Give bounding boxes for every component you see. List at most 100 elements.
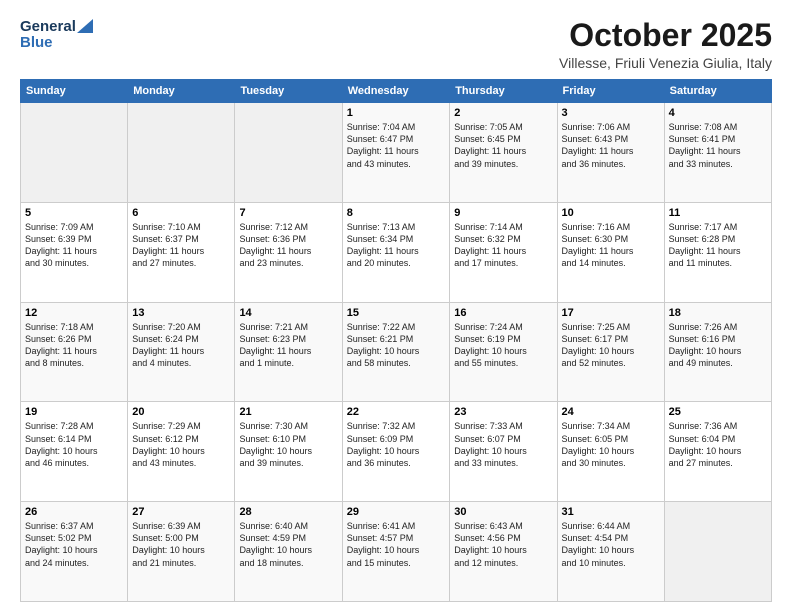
- day-number: 3: [562, 107, 660, 119]
- day-info: Sunrise: 7:17 AM Sunset: 6:28 PM Dayligh…: [669, 221, 767, 270]
- calendar-cell: 22 Sunrise: 7:32 AM Sunset: 6:09 PM Dayli…: [342, 402, 450, 502]
- day-info: Sunrise: 7:04 AM Sunset: 6:47 PM Dayligh…: [347, 121, 446, 170]
- day-info: Sunrise: 7:32 AM Sunset: 6:09 PM Dayligh…: [347, 420, 446, 469]
- calendar: SundayMondayTuesdayWednesdayThursdayFrid…: [20, 79, 772, 602]
- day-info: Sunrise: 7:12 AM Sunset: 6:36 PM Dayligh…: [239, 221, 337, 270]
- day-number: 16: [454, 307, 552, 319]
- day-info: Sunrise: 7:10 AM Sunset: 6:37 PM Dayligh…: [132, 221, 230, 270]
- day-info: Sunrise: 6:43 AM Sunset: 4:56 PM Dayligh…: [454, 520, 552, 569]
- calendar-day-header: Sunday: [21, 80, 128, 103]
- day-info: Sunrise: 7:09 AM Sunset: 6:39 PM Dayligh…: [25, 221, 123, 270]
- calendar-cell: 26 Sunrise: 6:37 AM Sunset: 5:02 PM Dayli…: [21, 502, 128, 602]
- day-info: Sunrise: 7:26 AM Sunset: 6:16 PM Dayligh…: [669, 321, 767, 370]
- header: General Blue October 2025 Villesse, Friu…: [20, 18, 772, 71]
- day-number: 4: [669, 107, 767, 119]
- day-number: 26: [25, 506, 123, 518]
- calendar-cell: 19 Sunrise: 7:28 AM Sunset: 6:14 PM Dayli…: [21, 402, 128, 502]
- calendar-cell: 23 Sunrise: 7:33 AM Sunset: 6:07 PM Dayli…: [450, 402, 557, 502]
- calendar-cell: 12 Sunrise: 7:18 AM Sunset: 6:26 PM Dayli…: [21, 302, 128, 402]
- calendar-cell: [235, 103, 342, 203]
- day-number: 22: [347, 406, 446, 418]
- calendar-cell: [21, 103, 128, 203]
- calendar-cell: [664, 502, 771, 602]
- calendar-cell: 20 Sunrise: 7:29 AM Sunset: 6:12 PM Dayli…: [128, 402, 235, 502]
- day-number: 25: [669, 406, 767, 418]
- calendar-cell: 6 Sunrise: 7:10 AM Sunset: 6:37 PM Daylig…: [128, 202, 235, 302]
- day-number: 2: [454, 107, 552, 119]
- calendar-cell: 11 Sunrise: 7:17 AM Sunset: 6:28 PM Dayli…: [664, 202, 771, 302]
- day-info: Sunrise: 6:40 AM Sunset: 4:59 PM Dayligh…: [239, 520, 337, 569]
- calendar-cell: 18 Sunrise: 7:26 AM Sunset: 6:16 PM Dayli…: [664, 302, 771, 402]
- calendar-cell: 15Sunrise: 7:22 AM Sunset: 6:21 PM Dayli…: [342, 302, 450, 402]
- calendar-cell: 30Sunrise: 6:43 AM Sunset: 4:56 PM Dayli…: [450, 502, 557, 602]
- calendar-day-header: Saturday: [664, 80, 771, 103]
- calendar-cell: 29 Sunrise: 6:41 AM Sunset: 4:57 PM Dayli…: [342, 502, 450, 602]
- calendar-cell: 27Sunrise: 6:39 AM Sunset: 5:00 PM Dayli…: [128, 502, 235, 602]
- day-info: Sunrise: 7:28 AM Sunset: 6:14 PM Dayligh…: [25, 420, 123, 469]
- day-number: 1: [347, 107, 446, 119]
- calendar-cell: 28Sunrise: 6:40 AM Sunset: 4:59 PM Dayli…: [235, 502, 342, 602]
- calendar-cell: 5 Sunrise: 7:09 AM Sunset: 6:39 PM Daylig…: [21, 202, 128, 302]
- calendar-header-row: SundayMondayTuesdayWednesdayThursdayFrid…: [21, 80, 772, 103]
- day-number: 21: [239, 406, 337, 418]
- day-number: 18: [669, 307, 767, 319]
- calendar-week-row: 12 Sunrise: 7:18 AM Sunset: 6:26 PM Dayli…: [21, 302, 772, 402]
- day-number: 31: [562, 506, 660, 518]
- day-info: Sunrise: 7:05 AM Sunset: 6:45 PM Dayligh…: [454, 121, 552, 170]
- day-info: Sunrise: 6:44 AM Sunset: 4:54 PM Dayligh…: [562, 520, 660, 569]
- day-info: Sunrise: 7:16 AM Sunset: 6:30 PM Dayligh…: [562, 221, 660, 270]
- calendar-day-header: Tuesday: [235, 80, 342, 103]
- day-number: 29: [347, 506, 446, 518]
- day-number: 6: [132, 207, 230, 219]
- calendar-cell: 3 Sunrise: 7:06 AM Sunset: 6:43 PM Daylig…: [557, 103, 664, 203]
- day-info: Sunrise: 6:37 AM Sunset: 5:02 PM Dayligh…: [25, 520, 123, 569]
- day-number: 12: [25, 307, 123, 319]
- day-info: Sunrise: 7:36 AM Sunset: 6:04 PM Dayligh…: [669, 420, 767, 469]
- day-info: Sunrise: 6:41 AM Sunset: 4:57 PM Dayligh…: [347, 520, 446, 569]
- calendar-cell: 7 Sunrise: 7:12 AM Sunset: 6:36 PM Daylig…: [235, 202, 342, 302]
- day-info: Sunrise: 7:25 AM Sunset: 6:17 PM Dayligh…: [562, 321, 660, 370]
- calendar-cell: 10 Sunrise: 7:16 AM Sunset: 6:30 PM Dayli…: [557, 202, 664, 302]
- day-number: 13: [132, 307, 230, 319]
- day-number: 24: [562, 406, 660, 418]
- day-info: Sunrise: 7:21 AM Sunset: 6:23 PM Dayligh…: [239, 321, 337, 370]
- day-info: Sunrise: 7:33 AM Sunset: 6:07 PM Dayligh…: [454, 420, 552, 469]
- calendar-week-row: 19 Sunrise: 7:28 AM Sunset: 6:14 PM Dayli…: [21, 402, 772, 502]
- calendar-cell: 2 Sunrise: 7:05 AM Sunset: 6:45 PM Daylig…: [450, 103, 557, 203]
- calendar-week-row: 5 Sunrise: 7:09 AM Sunset: 6:39 PM Daylig…: [21, 202, 772, 302]
- day-number: 8: [347, 207, 446, 219]
- logo-triangle-icon: [77, 19, 93, 33]
- day-info: Sunrise: 7:14 AM Sunset: 6:32 PM Dayligh…: [454, 221, 552, 270]
- calendar-cell: 8 Sunrise: 7:13 AM Sunset: 6:34 PM Daylig…: [342, 202, 450, 302]
- day-info: Sunrise: 7:34 AM Sunset: 6:05 PM Dayligh…: [562, 420, 660, 469]
- day-number: 11: [669, 207, 767, 219]
- calendar-cell: 24 Sunrise: 7:34 AM Sunset: 6:05 PM Dayli…: [557, 402, 664, 502]
- day-info: Sunrise: 7:13 AM Sunset: 6:34 PM Dayligh…: [347, 221, 446, 270]
- day-info: Sunrise: 6:39 AM Sunset: 5:00 PM Dayligh…: [132, 520, 230, 569]
- calendar-week-row: 1 Sunrise: 7:04 AM Sunset: 6:47 PM Daylig…: [21, 103, 772, 203]
- day-info: Sunrise: 7:22 AM Sunset: 6:21 PM Dayligh…: [347, 321, 446, 370]
- calendar-week-row: 26 Sunrise: 6:37 AM Sunset: 5:02 PM Dayli…: [21, 502, 772, 602]
- day-number: 20: [132, 406, 230, 418]
- day-number: 10: [562, 207, 660, 219]
- day-info: Sunrise: 7:29 AM Sunset: 6:12 PM Dayligh…: [132, 420, 230, 469]
- day-number: 23: [454, 406, 552, 418]
- calendar-cell: [128, 103, 235, 203]
- calendar-cell: 14Sunrise: 7:21 AM Sunset: 6:23 PM Dayli…: [235, 302, 342, 402]
- calendar-cell: 25 Sunrise: 7:36 AM Sunset: 6:04 PM Dayli…: [664, 402, 771, 502]
- day-number: 7: [239, 207, 337, 219]
- day-number: 5: [25, 207, 123, 219]
- calendar-cell: 13 Sunrise: 7:20 AM Sunset: 6:24 PM Dayli…: [128, 302, 235, 402]
- calendar-day-header: Thursday: [450, 80, 557, 103]
- day-info: Sunrise: 7:24 AM Sunset: 6:19 PM Dayligh…: [454, 321, 552, 370]
- day-info: Sunrise: 7:20 AM Sunset: 6:24 PM Dayligh…: [132, 321, 230, 370]
- calendar-day-header: Friday: [557, 80, 664, 103]
- location: Villesse, Friuli Venezia Giulia, Italy: [559, 55, 772, 71]
- calendar-cell: 9Sunrise: 7:14 AM Sunset: 6:32 PM Daylig…: [450, 202, 557, 302]
- day-number: 19: [25, 406, 123, 418]
- calendar-cell: 16 Sunrise: 7:24 AM Sunset: 6:19 PM Dayli…: [450, 302, 557, 402]
- title-area: October 2025 Villesse, Friuli Venezia Gi…: [559, 18, 772, 71]
- month-title: October 2025: [559, 18, 772, 53]
- day-info: Sunrise: 7:18 AM Sunset: 6:26 PM Dayligh…: [25, 321, 123, 370]
- day-info: Sunrise: 7:06 AM Sunset: 6:43 PM Dayligh…: [562, 121, 660, 170]
